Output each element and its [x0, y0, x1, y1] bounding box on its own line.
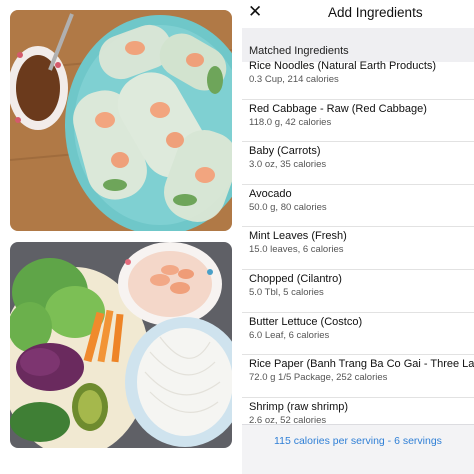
- ingredient-name: Baby (Carrots): [249, 145, 321, 158]
- ingredient-name: Mint Leaves (Fresh): [249, 230, 347, 243]
- ingredient-row[interactable]: Rice Noodles (Natural Earth Products) 0.3…: [242, 56, 474, 100]
- ingredient-detail: 72.0 g 1/5 Package, 252 calories: [249, 372, 388, 384]
- page-title: Add Ingredients: [328, 5, 423, 20]
- ingredient-detail: 5.0 Tbl, 5 calories: [249, 287, 324, 298]
- close-icon[interactable]: ✕: [248, 1, 262, 23]
- top-bar: ✕ Add Ingredients: [242, 0, 474, 28]
- ingredient-detail: 118.0 g, 42 calories: [249, 116, 332, 128]
- servings-summary-link[interactable]: 115 calories per serving - 6 servings: [242, 435, 474, 447]
- ingredient-detail: 0.3 Cup, 214 calories: [249, 74, 339, 85]
- ingredient-row[interactable]: Avocado 50.0 g, 80 calories: [242, 184, 474, 228]
- servings-footer[interactable]: 115 calories per serving - 6 servings: [242, 424, 474, 474]
- add-ingredients-panel: ✕ Add Ingredients Matched Ingredients Ri…: [242, 0, 474, 474]
- ingredient-row[interactable]: Rice Paper (Banh Trang Ba Co Gai - Three…: [242, 354, 474, 398]
- ingredient-row[interactable]: Red Cabbage - Raw (Red Cabbage) 118.0 g, …: [242, 99, 474, 143]
- spring-rolls-photo: [10, 10, 232, 231]
- ingredient-detail: 3.0 oz, 35 calories: [249, 159, 327, 171]
- ingredients-prep-photo: [10, 242, 232, 448]
- ingredient-row[interactable]: Chopped (Cilantro) 5.0 Tbl, 5 calories: [242, 269, 474, 313]
- ingredient-name: Rice Noodles (Natural Earth Products): [249, 60, 437, 72]
- ingredient-name: Chopped (Cilantro): [249, 273, 342, 285]
- ingredient-name: Avocado: [249, 187, 292, 200]
- ingredient-name: Shrimp (raw shrimp): [249, 400, 349, 413]
- ingredient-name: Red Cabbage - Raw (Red Cabbage): [249, 102, 427, 115]
- ingredient-row[interactable]: Butter Lettuce (Costco) 6.0 Leaf, 6 calor…: [242, 312, 474, 356]
- ingredient-row[interactable]: Baby (Carrots) 3.0 oz, 35 calories: [242, 141, 474, 185]
- ingredient-name: Butter Lettuce (Costco): [249, 315, 363, 328]
- ingredient-name: Rice Paper (Banh Trang Ba Co Gai - Three…: [249, 358, 474, 371]
- ingredient-row[interactable]: Mint Leaves (Fresh) 15.0 leaves, 6 calori…: [242, 226, 474, 270]
- ingredient-detail: 6.0 Leaf, 6 calories: [249, 329, 330, 341]
- ingredient-detail: 50.0 g, 80 calories: [249, 201, 327, 213]
- ingredient-detail: 15.0 leaves, 6 calories: [249, 244, 344, 256]
